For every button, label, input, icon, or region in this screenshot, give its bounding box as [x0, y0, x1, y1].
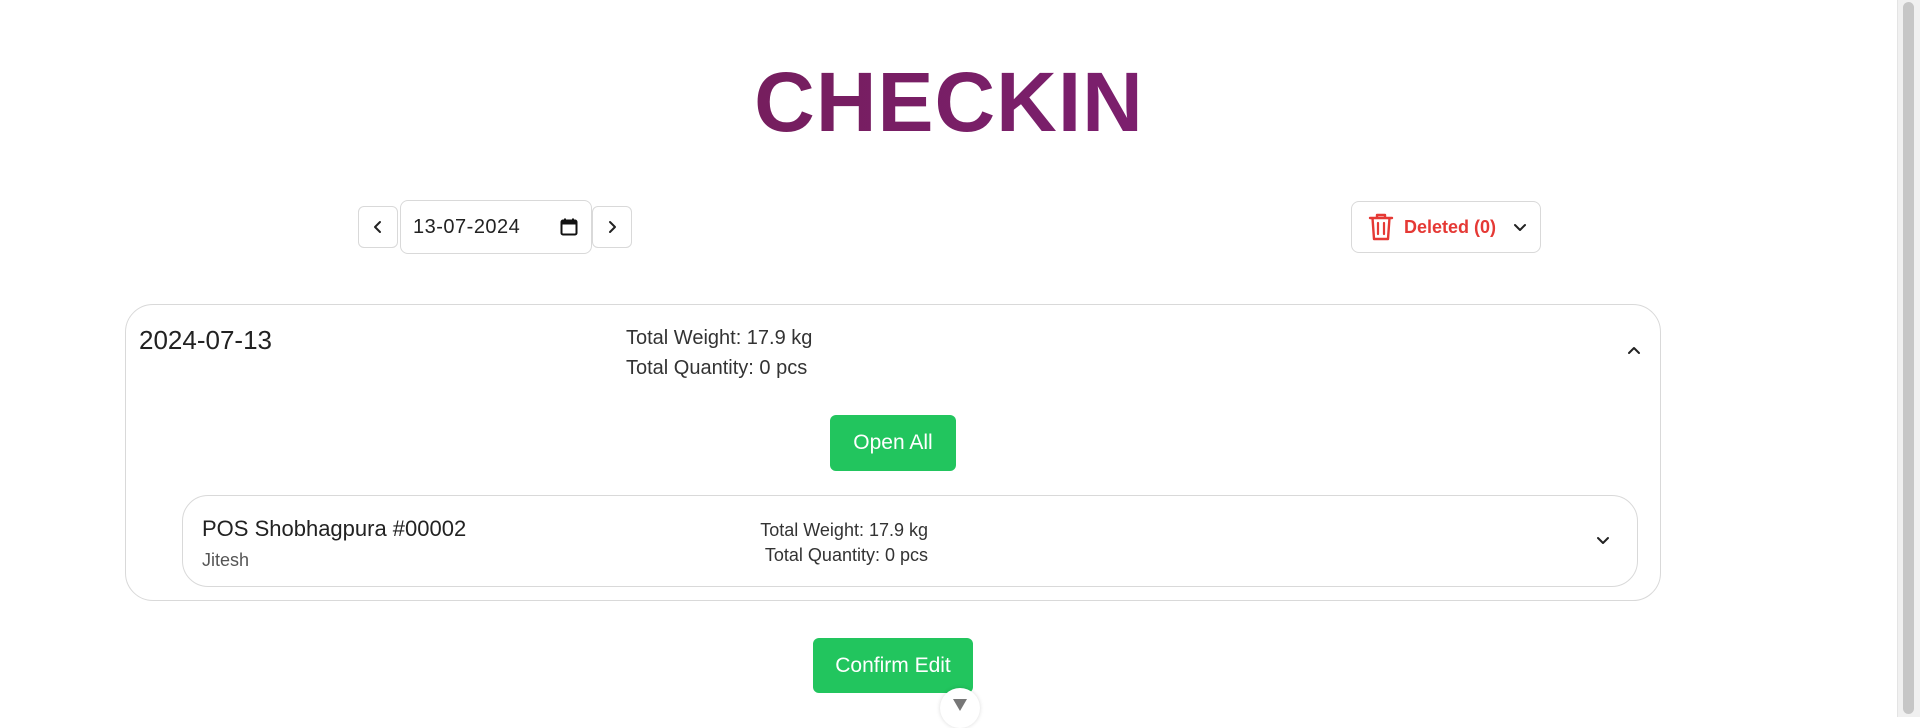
page-title: CHECKIN: [0, 60, 1898, 144]
pos-total-quantity: Total Quantity: 0 pcs: [764, 545, 928, 565]
previous-date-button[interactable]: [358, 206, 398, 248]
chevron-up-icon: [1628, 347, 1640, 354]
chevron-left-icon: [374, 221, 381, 233]
group-total-weight: Total Weight: 17.9 kg: [626, 327, 813, 349]
date-group-card: 2024-07-13 Total Weight: 17.9 kg Total Q…: [125, 304, 1661, 601]
scroll-down-handle[interactable]: [940, 688, 980, 728]
next-date-button[interactable]: [592, 206, 632, 248]
pos-total-weight: Total Weight: 17.9 kg: [760, 520, 928, 540]
pos-user: Jitesh: [202, 550, 250, 570]
date-input-value: 13-07-2024: [413, 215, 521, 238]
chevron-down-icon: [953, 699, 967, 711]
calendar-icon[interactable]: [559, 217, 579, 237]
group-totals: Total Weight: 17.9 kg Total Quantity: 0 …: [626, 323, 812, 383]
page: CHECKIN 13-07-2024 Deleted (0) 2024-07-1…: [0, 0, 1898, 728]
trash-icon: [1368, 213, 1394, 241]
group-total-quantity: Total Quantity: 0 pcs: [626, 357, 808, 379]
pos-totals: Total Weight: 17.9 kg Total Quantity: 0 …: [728, 518, 928, 568]
date-input[interactable]: 13-07-2024: [400, 200, 592, 254]
scrollbar-thumb[interactable]: [1903, 2, 1914, 714]
group-date: 2024-07-13: [139, 325, 272, 355]
deleted-label: Deleted (0): [1404, 216, 1497, 237]
pos-card[interactable]: POS Shobhagpura #00002 Jitesh Total Weig…: [182, 495, 1638, 587]
group-collapse-toggle[interactable]: [1626, 343, 1644, 361]
open-all-button[interactable]: Open All: [830, 415, 956, 471]
vertical-scrollbar[interactable]: [1897, 0, 1920, 717]
confirm-edit-button[interactable]: Confirm Edit: [813, 638, 973, 693]
pos-name: POS Shobhagpura #00002: [202, 516, 467, 541]
chevron-down-icon: [1597, 537, 1609, 544]
pos-expand-toggle[interactable]: [1595, 532, 1613, 550]
chevron-down-icon: [1514, 224, 1527, 231]
deleted-dropdown-button[interactable]: Deleted (0): [1351, 201, 1541, 253]
chevron-right-icon: [609, 221, 616, 233]
